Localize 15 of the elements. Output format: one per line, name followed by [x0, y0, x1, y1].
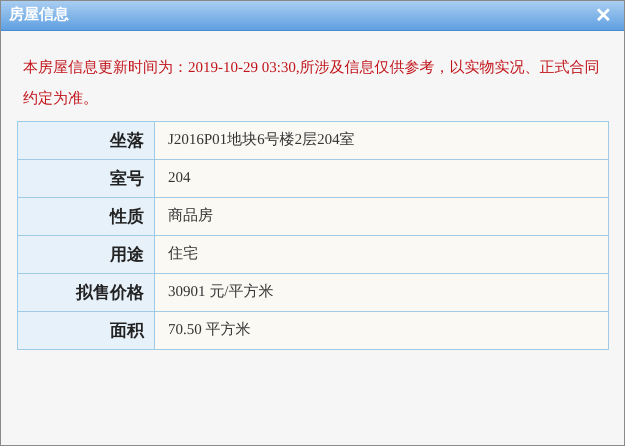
field-label: 坐落 — [18, 122, 154, 160]
close-button[interactable]: ✕ — [591, 6, 616, 26]
field-label: 面积 — [18, 312, 154, 350]
update-notice: 本房屋信息更新时间为：2019-10-29 03:30,所涉及信息仅供参考，以实物实况、正式合同约定为准。 — [22, 58, 601, 109]
field-label: 性质 — [18, 198, 154, 236]
field-value: 商品房 — [154, 198, 608, 236]
field-label: 拟售价格 — [18, 274, 154, 312]
field-value: 204 — [154, 160, 608, 198]
field-value: 30901 元/平方米 — [154, 274, 608, 312]
window-title: 房屋信息 — [9, 5, 69, 26]
field-value: J2016P01地块6号楼2层204室 — [154, 122, 608, 160]
field-value: 住宅 — [154, 236, 608, 274]
field-label: 室号 — [18, 160, 154, 198]
field-value: 70.50 平方米 — [154, 312, 608, 350]
field-label: 用途 — [18, 236, 154, 274]
